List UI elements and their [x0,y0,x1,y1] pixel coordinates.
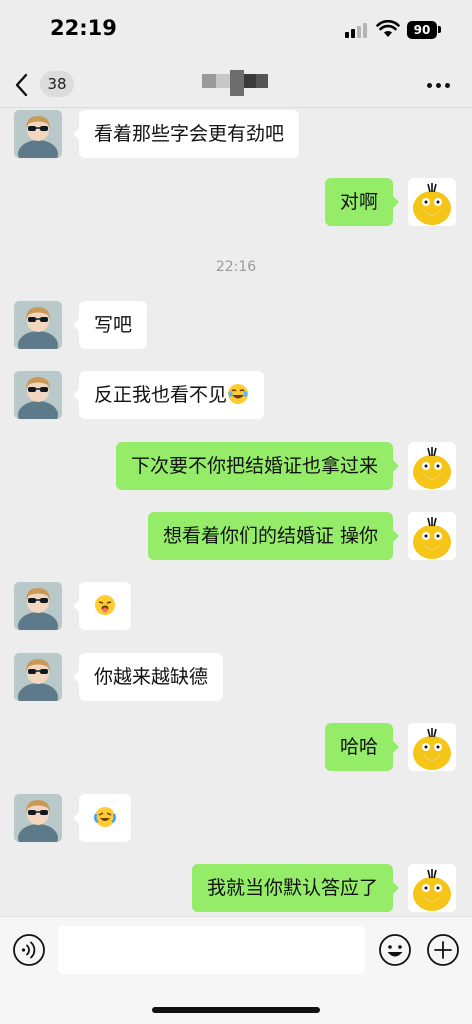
contact-avatar[interactable] [14,110,62,158]
contact-avatar[interactable] [14,653,62,701]
contact-name-pixelated [202,70,268,96]
message-received: 写吧 [0,301,472,353]
message-text: 反正我也看不见 [94,384,228,406]
message-bubble[interactable]: 哈哈 [324,723,400,771]
message-text: 下次要不你把结婚证也拿过来 [130,455,378,477]
contact-avatar[interactable] [14,371,62,419]
time-divider: 22:16 [215,259,257,275]
message-text: 你越来越缺德 [94,666,209,688]
message-text: 看着那些字会更有劲吧 [94,123,285,145]
chevron-left-icon [15,73,28,97]
message-received [0,582,472,634]
message-bubble[interactable]: 下次要不你把结婚证也拿过来 [115,442,400,490]
message-list[interactable]: 看着那些字会更有劲吧 对啊 22:16 写吧 反正我也看不见 下次要不你把结婚证… [0,108,472,916]
my-avatar[interactable] [408,723,456,771]
message-bubble[interactable]: 对啊 [324,178,400,226]
contact-avatar[interactable] [14,582,62,630]
message-text: 哈哈 [339,736,378,758]
plus-icon[interactable] [426,933,460,967]
back-button[interactable]: 38 [14,68,78,102]
emoji-icon[interactable] [378,933,412,967]
message-sent: 下次要不你把结婚证也拿过来 [0,442,472,494]
message-sent: 对啊 [0,178,472,230]
message-bubble[interactable]: 反正我也看不见 [72,371,265,419]
message-sent: 我就当你默认答应了 [0,864,472,916]
message-bubble[interactable]: 你越来越缺德 [72,653,224,701]
my-avatar[interactable] [408,512,456,560]
status-bar: 22:19 90 [0,0,472,62]
contact-avatar[interactable] [14,301,62,349]
chat-header: 38 [0,62,472,108]
message-sent: 想看着你们的结婚证 操你 [0,512,472,564]
cellular-signal-icon [345,22,369,38]
tears-of-joy-emoji-icon [228,384,249,404]
message-text: 想看着你们的结婚证 操你 [162,525,378,547]
unread-count-badge: 38 [40,71,74,97]
message-received: 反正我也看不见 [0,371,472,423]
tongue-out-emoji-icon [95,595,115,615]
voice-input-icon[interactable] [12,933,46,967]
my-avatar[interactable] [408,442,456,490]
message-text: 我就当你默认答应了 [206,877,378,899]
message-bubble[interactable] [73,794,131,842]
battery-icon: 90 [407,21,437,39]
message-input[interactable] [58,926,365,974]
message-bubble[interactable]: 想看着你们的结婚证 操你 [147,512,400,560]
crying-laughing-emoji-icon [94,807,116,827]
more-options-button[interactable] [420,72,460,98]
message-bubble[interactable]: 看着那些字会更有劲吧 [72,110,300,158]
wifi-icon [376,20,400,37]
message-received: 看着那些字会更有劲吧 [0,110,472,162]
message-text: 写吧 [94,314,133,336]
contact-avatar[interactable] [14,794,62,842]
my-avatar[interactable] [408,178,456,226]
message-bubble[interactable]: 写吧 [72,301,148,349]
status-time: 22:19 [50,16,117,40]
home-indicator[interactable] [152,1007,320,1013]
battery-tip [438,26,441,33]
message-received [0,794,472,846]
message-text: 对啊 [339,191,378,213]
message-sent: 哈哈 [0,723,472,775]
message-bubble[interactable] [73,582,131,630]
message-received: 你越来越缺德 [0,653,472,705]
message-bubble[interactable]: 我就当你默认答应了 [191,864,400,912]
my-avatar[interactable] [408,864,456,912]
